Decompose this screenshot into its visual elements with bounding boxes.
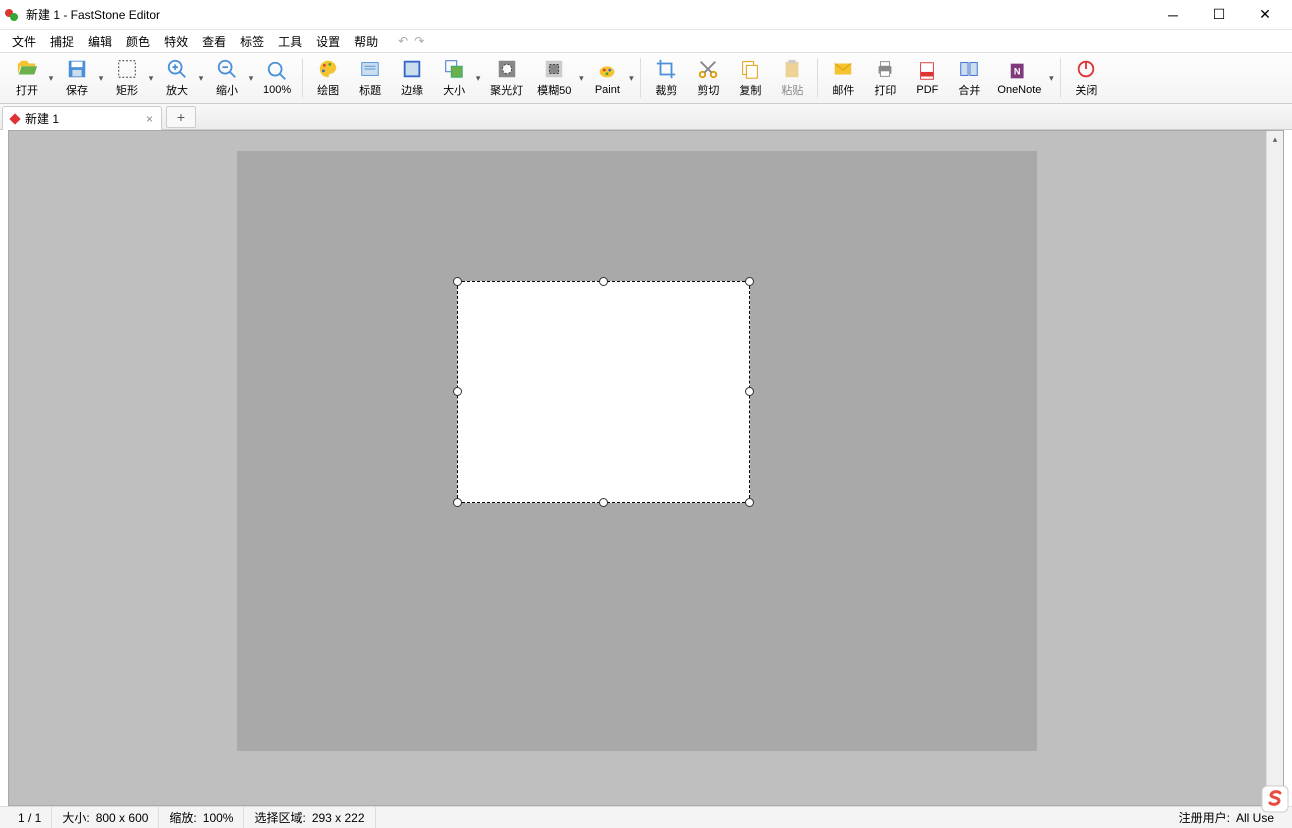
marquee-icon xyxy=(116,58,138,80)
app-icon xyxy=(4,7,20,23)
onenote-icon: N xyxy=(1008,60,1030,82)
status-size: 大小: 800 x 600 xyxy=(52,807,159,828)
close-window-button[interactable]: ✕ xyxy=(1242,0,1288,30)
caption-icon xyxy=(359,58,381,80)
tab-close-icon[interactable]: × xyxy=(146,112,153,126)
menu-tools[interactable]: 工具 xyxy=(272,31,308,52)
scroll-track[interactable] xyxy=(1267,148,1283,788)
copy-icon xyxy=(739,58,761,80)
toolbar-separator xyxy=(302,58,303,98)
resize-handle-tm[interactable] xyxy=(599,277,608,286)
selection-rectangle[interactable] xyxy=(457,281,750,503)
titlebar: 新建 1 - FastStone Editor ─ ☐ ✕ xyxy=(0,0,1292,30)
window-title: 新建 1 - FastStone Editor xyxy=(26,6,1150,23)
print-button[interactable]: 打印 xyxy=(864,55,906,101)
vertical-scrollbar[interactable]: ▴ ▾ xyxy=(1266,131,1283,805)
edge-icon xyxy=(401,58,423,80)
status-selection: 选择区域: 293 x 222 xyxy=(244,807,375,828)
maximize-button[interactable]: ☐ xyxy=(1196,0,1242,30)
mail-icon xyxy=(832,58,854,80)
merge-icon xyxy=(958,58,980,80)
open-button[interactable]: 打开 xyxy=(6,55,48,101)
modified-indicator-icon xyxy=(9,113,20,124)
resize-button[interactable]: 大小 xyxy=(433,55,475,101)
paste-icon xyxy=(781,58,803,80)
toolbar: 打开 ▾ 保存 ▾ 矩形 ▾ 放大 ▾ 缩小 ▾ 100% 绘图 标题 边缘 大… xyxy=(0,52,1292,104)
sogou-ime-icon[interactable] xyxy=(1260,784,1290,814)
document-tab[interactable]: 新建 1 × xyxy=(2,106,162,130)
scroll-up-icon[interactable]: ▴ xyxy=(1267,131,1283,148)
palette-icon xyxy=(317,58,339,80)
spotlight-icon xyxy=(496,58,518,80)
menubar: 文件 捕捉 编辑 颜色 特效 查看 标签 工具 设置 帮助 ↶ ↷ xyxy=(0,30,1292,52)
toolbar-separator xyxy=(640,58,641,98)
resize-handle-tr[interactable] xyxy=(745,277,754,286)
pdf-icon xyxy=(916,60,938,82)
undo-icon[interactable]: ↶ xyxy=(398,34,408,48)
blur-icon xyxy=(543,58,565,80)
mail-button[interactable]: 邮件 xyxy=(822,55,864,101)
tab-label: 新建 1 xyxy=(25,110,59,127)
paste-button[interactable]: 粘贴 xyxy=(771,55,813,101)
zoom-100-icon xyxy=(266,60,288,82)
menu-capture[interactable]: 捕捉 xyxy=(44,31,80,52)
status-page: 1 / 1 xyxy=(8,807,52,828)
menu-settings[interactable]: 设置 xyxy=(310,31,346,52)
resize-handle-bm[interactable] xyxy=(599,498,608,507)
canvas[interactable] xyxy=(237,151,1037,751)
resize-handle-tl[interactable] xyxy=(453,277,462,286)
paint-icon xyxy=(596,60,618,82)
print-icon xyxy=(874,58,896,80)
zoom-out-button[interactable]: 缩小 xyxy=(206,55,248,101)
zoom-in-button[interactable]: 放大 xyxy=(156,55,198,101)
scissors-icon xyxy=(697,58,719,80)
zoom-out-icon xyxy=(216,58,238,80)
menu-file[interactable]: 文件 xyxy=(6,31,42,52)
crop-icon xyxy=(655,58,677,80)
menu-help[interactable]: 帮助 xyxy=(348,31,384,52)
power-icon xyxy=(1075,58,1097,80)
draw-button[interactable]: 绘图 xyxy=(307,55,349,101)
toolbar-separator xyxy=(817,58,818,98)
cut-button[interactable]: 剪切 xyxy=(687,55,729,101)
crop-button[interactable]: 裁剪 xyxy=(645,55,687,101)
menu-color[interactable]: 颜色 xyxy=(120,31,156,52)
statusbar: 1 / 1 大小: 800 x 600 缩放: 100% 选择区域: 293 x… xyxy=(0,806,1292,828)
status-zoom: 缩放: 100% xyxy=(159,807,244,828)
save-button[interactable]: 保存 xyxy=(56,55,98,101)
resize-handle-br[interactable] xyxy=(745,498,754,507)
onenote-button[interactable]: N OneNote xyxy=(990,55,1048,101)
pdf-button[interactable]: PDF xyxy=(906,55,948,101)
close-button[interactable]: 关闭 xyxy=(1065,55,1107,101)
resize-handle-mr[interactable] xyxy=(745,387,754,396)
save-icon xyxy=(66,58,88,80)
new-tab-button[interactable]: + xyxy=(166,106,196,128)
menu-view[interactable]: 查看 xyxy=(196,31,232,52)
merge-button[interactable]: 合并 xyxy=(948,55,990,101)
menu-edit[interactable]: 编辑 xyxy=(82,31,118,52)
paint-button[interactable]: Paint xyxy=(586,55,628,101)
resize-icon xyxy=(443,58,465,80)
blur-button[interactable]: 模糊50 xyxy=(530,55,578,101)
resize-handle-ml[interactable] xyxy=(453,387,462,396)
folder-open-icon xyxy=(16,58,38,80)
rect-select-button[interactable]: 矩形 xyxy=(106,55,148,101)
edge-button[interactable]: 边缘 xyxy=(391,55,433,101)
toolbar-separator xyxy=(1060,58,1061,98)
menu-tags[interactable]: 标签 xyxy=(234,31,270,52)
spotlight-button[interactable]: 聚光灯 xyxy=(483,55,530,101)
zoom-100-button[interactable]: 100% xyxy=(256,55,298,101)
caption-button[interactable]: 标题 xyxy=(349,55,391,101)
zoom-in-icon xyxy=(166,58,188,80)
redo-icon[interactable]: ↷ xyxy=(414,34,424,48)
resize-handle-bl[interactable] xyxy=(453,498,462,507)
tabbar: 新建 1 × + xyxy=(0,104,1292,130)
workspace[interactable]: ▴ ▾ xyxy=(8,130,1284,806)
copy-button[interactable]: 复制 xyxy=(729,55,771,101)
menu-effects[interactable]: 特效 xyxy=(158,31,194,52)
svg-text:N: N xyxy=(1014,67,1021,77)
minimize-button[interactable]: ─ xyxy=(1150,0,1196,30)
